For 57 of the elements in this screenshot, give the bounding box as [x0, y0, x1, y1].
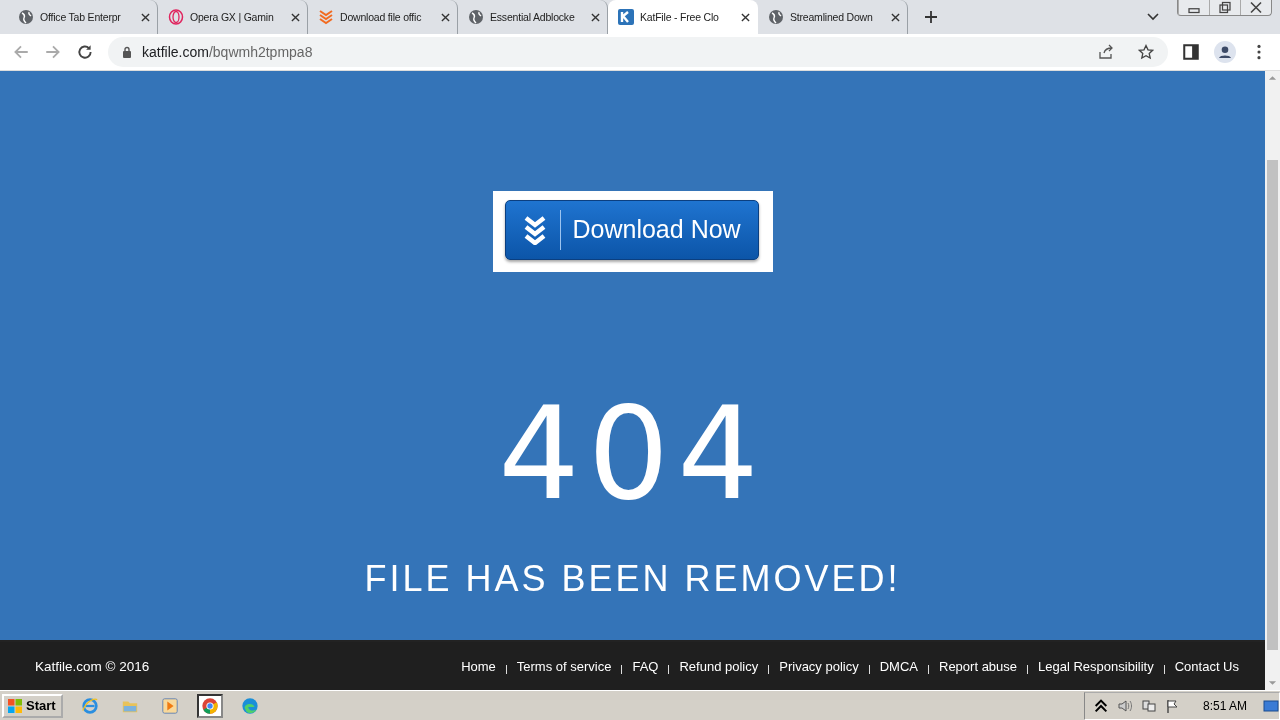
taskbar-app[interactable] [196, 693, 223, 718]
address-bar[interactable]: katfile.com/bqwmh2tpmpa8 [108, 36, 1168, 67]
footer-link[interactable]: Refund policy [679, 658, 759, 674]
url-text: katfile.com/bqwmh2tpmpa8 [142, 43, 313, 60]
ring-icon [168, 9, 184, 25]
new-tab-icon[interactable] [924, 10, 938, 24]
show-desktop-icon[interactable] [1263, 697, 1279, 714]
window-controls[interactable] [1177, 0, 1272, 16]
footer-link[interactable]: Report abuse [939, 658, 1018, 674]
tab-title: Opera GX | Gamin [190, 11, 275, 23]
footer-link[interactable]: Legal Responsibility [1038, 658, 1154, 674]
clock-text: 8:51 AM [1202, 698, 1247, 713]
chrome-logo-icon [200, 696, 219, 715]
close-icon[interactable] [291, 12, 300, 22]
browser-tab[interactable]: KatFile - Free Clo [608, 0, 758, 34]
copyright-text: Katfile.com © 2016 [35, 658, 150, 674]
close-icon[interactable] [141, 12, 150, 22]
tab-title: Essential Adblocke [490, 11, 576, 23]
tab-title: Streamlined Down [790, 11, 874, 23]
edge-logo-icon [240, 696, 259, 715]
globe-icon [768, 9, 784, 25]
footer-link[interactable]: Contact Us [1174, 658, 1239, 674]
letter-k-logo-icon [618, 9, 634, 25]
error-message: FILE HAS BEEN REMOVED! [364, 557, 901, 600]
download-now-button[interactable]: Download Now [504, 199, 759, 260]
chevron-down-icon[interactable] [1147, 13, 1159, 21]
scroll-thumb[interactable] [1267, 159, 1278, 650]
start-button[interactable]: Start [2, 693, 63, 718]
network-icon[interactable] [1140, 697, 1157, 714]
letter-e-icon [80, 696, 99, 715]
footer-link[interactable]: Terms of service [516, 658, 612, 674]
tab-title: KatFile - Free Clo [640, 11, 720, 23]
star-icon[interactable] [1138, 43, 1154, 60]
tab-title: Download file offic [340, 11, 423, 23]
close-icon[interactable] [891, 12, 900, 22]
chevrons-icon [318, 9, 334, 25]
share-icon[interactable] [1098, 43, 1114, 60]
tab-title: Office Tab Enterpr [40, 11, 122, 23]
play-icon [160, 696, 179, 715]
lock-icon [122, 45, 132, 58]
windows-logo-icon [7, 697, 23, 714]
side-panel-icon[interactable] [1182, 42, 1200, 61]
speaker-icon[interactable] [1116, 697, 1133, 714]
close-icon[interactable] [591, 12, 600, 22]
chevron-up-icon[interactable] [1092, 697, 1109, 714]
scrollbar[interactable] [1265, 70, 1280, 691]
footer-link[interactable]: Privacy policy [779, 658, 859, 674]
reload-icon[interactable] [76, 42, 94, 61]
close-icon[interactable] [741, 12, 750, 22]
footer-link[interactable]: DMCA [879, 658, 918, 674]
globe-icon [468, 9, 484, 25]
profile-icon[interactable] [1214, 40, 1236, 63]
footer-link[interactable]: FAQ [632, 658, 659, 674]
footer-link[interactable]: Home [461, 658, 496, 674]
globe-icon [18, 9, 34, 25]
close-icon[interactable] [441, 12, 450, 22]
error-code: 404 [498, 389, 767, 518]
